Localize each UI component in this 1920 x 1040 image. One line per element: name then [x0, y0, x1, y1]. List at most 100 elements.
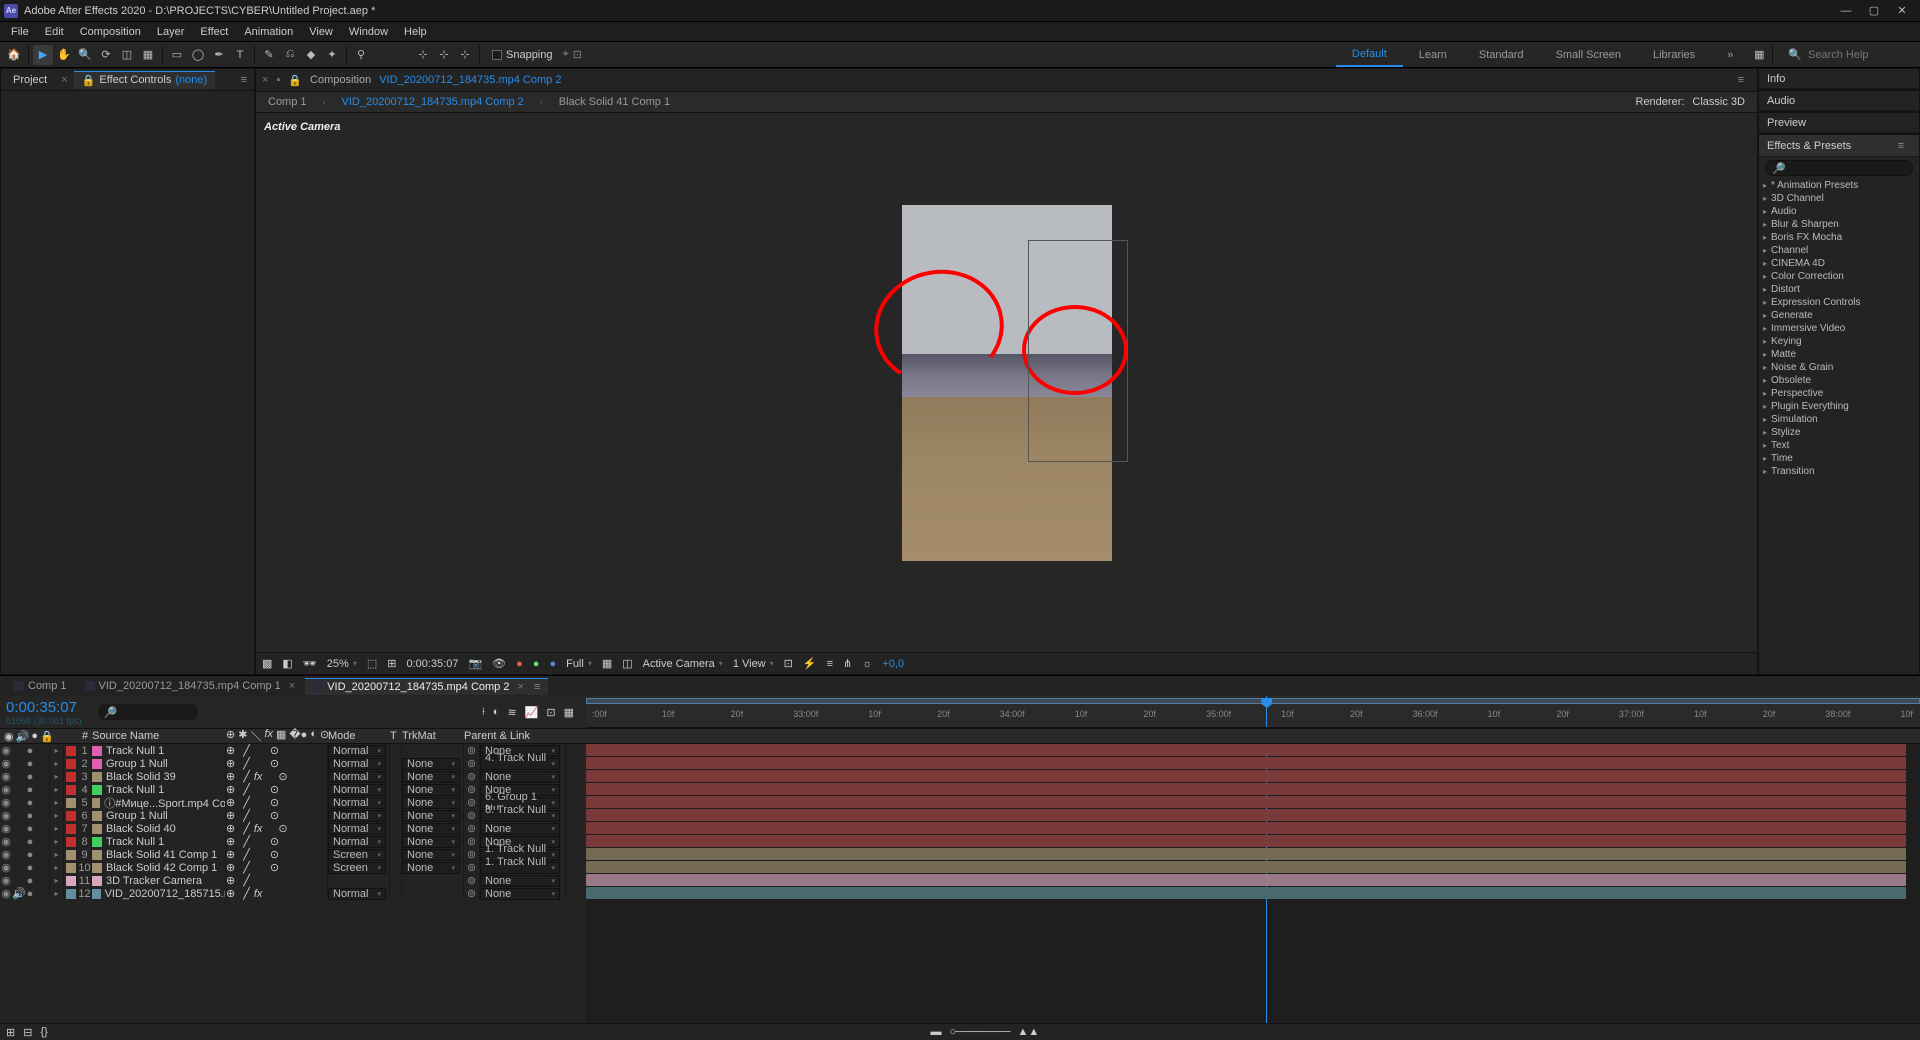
layer-bar[interactable] [586, 887, 1906, 899]
comp-button-icon[interactable]: ▦ [564, 706, 574, 719]
camera-tool[interactable]: ▦ [138, 45, 158, 65]
layer-bar[interactable] [586, 874, 1906, 886]
pickwhip-icon[interactable]: ⊚ [467, 822, 476, 835]
visibility-toggle[interactable]: ◉ [0, 796, 12, 809]
renderer-value[interactable]: Classic 3D [1692, 96, 1745, 108]
layer-name[interactable]: Black Solid 40 [106, 823, 176, 835]
parent-dropdown[interactable]: 1. Track Null .▾ [480, 862, 560, 874]
layer-color-swatch[interactable] [92, 850, 102, 860]
current-time[interactable]: 0:00:35:07 [406, 658, 458, 670]
layer-color-swatch[interactable] [92, 759, 102, 769]
layer-name[interactable]: VID_20200712_185715.mp4 [105, 888, 225, 900]
panel-close-icon[interactable]: × [262, 74, 268, 86]
draft3d-icon[interactable]: ⊡ [546, 706, 555, 719]
axis-view-icon[interactable]: ⊹ [455, 45, 475, 65]
layer-color-swatch[interactable] [92, 824, 102, 834]
panel-menu-icon[interactable]: ≡ [1892, 140, 1911, 152]
layer-name[interactable]: Group 1 Null [106, 810, 168, 822]
axis-local-icon[interactable]: ⊹ [413, 45, 433, 65]
trkmat-dropdown[interactable]: None▾ [402, 758, 460, 770]
zoom-in-icon[interactable]: ▲▲ [1018, 1026, 1040, 1038]
layer-color-swatch[interactable] [92, 798, 100, 808]
graph-editor-icon[interactable]: 📈 [525, 706, 539, 719]
effect-category[interactable]: ▸Keying [1759, 335, 1919, 348]
pickwhip-icon[interactable]: ⊚ [467, 874, 476, 887]
zoom-slider[interactable]: ○──────── [950, 1026, 1010, 1038]
visibility-toggle[interactable]: ◉ [0, 770, 12, 783]
alpha-icon[interactable]: ▩ [262, 657, 272, 670]
show-snapshot-icon[interactable]: 👁 [492, 657, 506, 670]
clone-tool[interactable]: ⎌ [280, 45, 300, 65]
trkmat-dropdown[interactable]: None▾ [402, 784, 460, 796]
rotation-tool[interactable]: ◫ [117, 45, 137, 65]
toggle-modes-icon[interactable]: ⊟ [23, 1026, 32, 1039]
layer-color-swatch[interactable] [92, 746, 102, 756]
twirl-icon[interactable]: ▸ [54, 876, 58, 885]
motion-blur-icon[interactable]: ≋ [507, 706, 516, 719]
views-dropdown[interactable]: 1 View▾ [733, 658, 774, 670]
eraser-tool[interactable]: ◆ [301, 45, 321, 65]
panel-menu-icon[interactable]: ≡ [1732, 74, 1751, 86]
layer-row[interactable]: ◉ ● ▸113D Tracker Camera⊕ ╱ ⊚None▾ [0, 874, 586, 887]
resolution-dropdown[interactable]: Full▾ [566, 658, 592, 670]
layer-bar[interactable] [586, 796, 1906, 808]
effect-category[interactable]: ▸Time [1759, 452, 1919, 465]
effect-category[interactable]: ▸Color Correction [1759, 270, 1919, 283]
type-tool[interactable]: T [230, 45, 250, 65]
blend-mode-dropdown[interactable]: Normal▾ [328, 810, 386, 822]
effect-category[interactable]: ▸Obsolete [1759, 374, 1919, 387]
menu-file[interactable]: File [4, 26, 36, 38]
twirl-icon[interactable]: ▸ [54, 772, 58, 781]
layer-color-swatch[interactable] [92, 811, 102, 821]
menu-edit[interactable]: Edit [38, 26, 71, 38]
effect-category[interactable]: ▸Plugin Everything [1759, 400, 1919, 413]
3d-icon[interactable]: 🕶 [303, 657, 317, 670]
visibility-toggle[interactable]: ◉ [0, 744, 12, 757]
trkmat-dropdown[interactable]: None▾ [402, 849, 460, 861]
effect-category[interactable]: ▸Boris FX Mocha [1759, 231, 1919, 244]
3d-layer-icon[interactable]: ⊙ [270, 835, 279, 848]
hand-tool[interactable]: ✋ [54, 45, 74, 65]
flowchart-icon[interactable]: ⋔ [843, 657, 852, 670]
visibility-toggle[interactable]: ◉ [0, 848, 12, 861]
tab-project[interactable]: Project [5, 72, 55, 88]
blend-mode-dropdown[interactable]: Normal▾ [328, 836, 386, 848]
orbit-tool[interactable]: ⟳ [96, 45, 116, 65]
effect-category[interactable]: ▸Simulation [1759, 413, 1919, 426]
workspace-learn[interactable]: Learn [1403, 42, 1463, 67]
3d-layer-icon[interactable]: ⊙ [270, 796, 279, 809]
effect-category[interactable]: ▸Distort [1759, 283, 1919, 296]
axis-world-icon[interactable]: ⊹ [434, 45, 454, 65]
effect-category[interactable]: ▸Immersive Video [1759, 322, 1919, 335]
workspace-small-screen[interactable]: Small Screen [1540, 42, 1637, 67]
effect-category[interactable]: ▸* Animation Presets [1759, 179, 1919, 192]
comp-viewer[interactable]: Active Camera [256, 113, 1757, 652]
layer-row[interactable]: ◉ ● ▸6Group 1 Null⊕ ╱ ⊙Normal▾None▾⊚8. T… [0, 809, 586, 822]
exposure-reset-icon[interactable]: ☼ [862, 658, 872, 670]
search-input[interactable] [1808, 49, 1908, 61]
workspace-libraries[interactable]: Libraries [1637, 42, 1711, 67]
timeline-tab[interactable]: Comp 1 [6, 678, 75, 694]
layer-row[interactable]: ◉ ● ▸2Group 1 Null⊕ ╱ ⊙Normal▾None▾⊚4. T… [0, 757, 586, 770]
pickwhip-icon[interactable]: ⊚ [467, 887, 476, 900]
3d-layer-icon[interactable]: ⊙ [278, 770, 287, 783]
blend-mode-dropdown[interactable]: Normal▾ [328, 888, 386, 900]
layer-row[interactable]: ◉ ● ▸7Black Solid 40⊕ ╱fx ⊙Normal▾None▾⊚… [0, 822, 586, 835]
search-help[interactable]: 🔍 [1776, 48, 1920, 61]
layer-row[interactable]: ◉ ● ▸3Black Solid 39⊕ ╱fx ⊙Normal▾None▾⊚… [0, 770, 586, 783]
exposure-value[interactable]: +0,0 [882, 658, 904, 670]
selection-tool[interactable]: ▶ [33, 45, 53, 65]
menu-effect[interactable]: Effect [193, 26, 235, 38]
snapshot-icon[interactable]: 📷 [468, 657, 482, 670]
effect-category[interactable]: ▸Blur & Sharpen [1759, 218, 1919, 231]
twirl-icon[interactable]: ▸ [54, 837, 58, 846]
layer-bar[interactable] [586, 770, 1906, 782]
blend-mode-dropdown[interactable]: Normal▾ [328, 745, 386, 757]
maximize-button[interactable]: ▢ [1860, 2, 1888, 20]
effects-search[interactable]: 🔎 [1765, 160, 1913, 176]
trkmat-dropdown[interactable]: None▾ [402, 862, 460, 874]
tab-preview[interactable]: Preview [1759, 113, 1919, 133]
tab-info[interactable]: Info [1759, 69, 1919, 89]
3d-layer-icon[interactable]: ⊙ [270, 744, 279, 757]
twirl-icon[interactable]: ▸ [54, 863, 58, 872]
